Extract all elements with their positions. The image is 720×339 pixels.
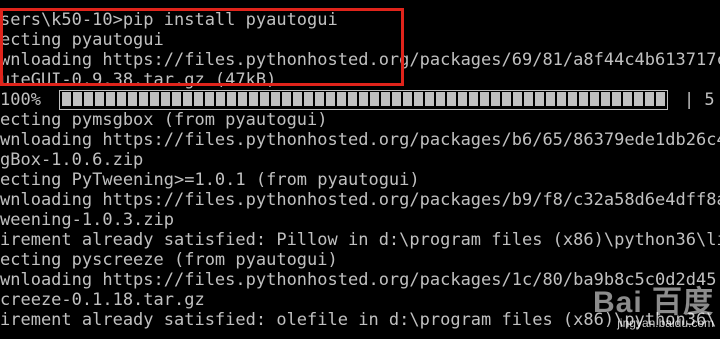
progress-bar-cell	[402, 92, 412, 106]
progress-row: 100% | 5	[0, 90, 720, 110]
progress-bar-cell	[72, 92, 82, 106]
progress-bar-cell	[270, 92, 280, 106]
progress-bar-cell	[336, 92, 346, 106]
progress-bar-cell	[105, 92, 115, 106]
progress-bar-cell	[259, 92, 269, 106]
progress-bar-cell	[226, 92, 236, 106]
progress-bar-cell	[83, 92, 93, 106]
terminal-line: ecting pyscreeze (from pyautogui)	[0, 250, 338, 270]
progress-bar-cell	[138, 92, 148, 106]
progress-bar-cell	[204, 92, 214, 106]
terminal-line: weening-1.0.3.zip	[0, 210, 174, 230]
terminal-line: wnloading https://files.pythonhosted.org…	[0, 190, 720, 210]
progress-bar-cell	[281, 92, 291, 106]
terminal-line: uteGUI-0.9.38.tar.gz (47kB)	[0, 70, 277, 90]
progress-bar	[58, 90, 668, 110]
progress-bar-cell	[347, 92, 357, 106]
progress-tail: | 5	[683, 90, 715, 110]
progress-bar-cell	[578, 92, 588, 106]
progress-bar-cell	[116, 92, 126, 106]
progress-bar-cell	[369, 92, 379, 106]
terminal-line: ecting pymsgbox (from pyautogui)	[0, 110, 328, 130]
progress-bar-cell	[446, 92, 456, 106]
progress-bar-cell	[655, 92, 665, 106]
terminal-line: ecting PyTweening>=1.0.1 (from pyautogui…	[0, 170, 420, 190]
progress-bar-cell	[193, 92, 203, 106]
progress-bar-cell	[501, 92, 511, 106]
terminal-window[interactable]: sers\k50-10>pip install pyautogui ecting…	[0, 0, 720, 339]
terminal-line: irement already satisfied: Pillow in d:\…	[0, 230, 720, 250]
progress-bar-cell	[248, 92, 258, 106]
progress-bar-cell	[391, 92, 401, 106]
progress-bar-cell	[94, 92, 104, 106]
progress-bar-cell	[160, 92, 170, 106]
progress-bar-cell	[468, 92, 478, 106]
progress-bar-cell	[182, 92, 192, 106]
progress-bar-cell	[303, 92, 313, 106]
progress-bar-cell	[171, 92, 181, 106]
progress-bar-cell	[633, 92, 643, 106]
progress-bar-cell	[435, 92, 445, 106]
progress-bar-cell	[314, 92, 324, 106]
baidu-watermark: Bai 百度 jingyan.baidu.com	[592, 286, 714, 333]
progress-bar-cell	[215, 92, 225, 106]
progress-bar-cell	[424, 92, 434, 106]
terminal-line: sers\k50-10>pip install pyautogui	[0, 10, 338, 30]
progress-bar-cell	[556, 92, 566, 106]
progress-bar-cell	[380, 92, 390, 106]
terminal-line: ecting pyautogui	[0, 30, 164, 50]
progress-bar-cell	[545, 92, 555, 106]
progress-bar-cell	[237, 92, 247, 106]
progress-bar-cell	[589, 92, 599, 106]
progress-bar-cell	[325, 92, 335, 106]
progress-bar-cell	[457, 92, 467, 106]
progress-bar-cell	[149, 92, 159, 106]
terminal-line: gBox-1.0.6.zip	[0, 150, 144, 170]
progress-percent: 100%	[0, 90, 41, 110]
progress-bar-cell	[490, 92, 500, 106]
progress-bar-cell	[413, 92, 423, 106]
progress-bar-cell	[127, 92, 137, 106]
progress-bar-cell	[292, 92, 302, 106]
progress-bar-cell	[567, 92, 577, 106]
baidu-logo: Bai 百度	[592, 286, 714, 319]
progress-bar-cell	[600, 92, 610, 106]
progress-bar-cell	[512, 92, 522, 106]
progress-bar-cell	[644, 92, 654, 106]
terminal-output: sers\k50-10>pip install pyautogui ecting…	[0, 10, 720, 330]
progress-bar-cell	[611, 92, 621, 106]
progress-bar-cell	[358, 92, 368, 106]
progress-bar-cell	[61, 92, 71, 106]
progress-bar-cell	[622, 92, 632, 106]
terminal-line: wnloading https://files.pythonhosted.org…	[0, 130, 720, 150]
terminal-line: wnloading https://files.pythonhosted.org…	[0, 50, 720, 70]
progress-bar-cell	[523, 92, 533, 106]
progress-bar-cell	[479, 92, 489, 106]
progress-bar-cell	[534, 92, 544, 106]
